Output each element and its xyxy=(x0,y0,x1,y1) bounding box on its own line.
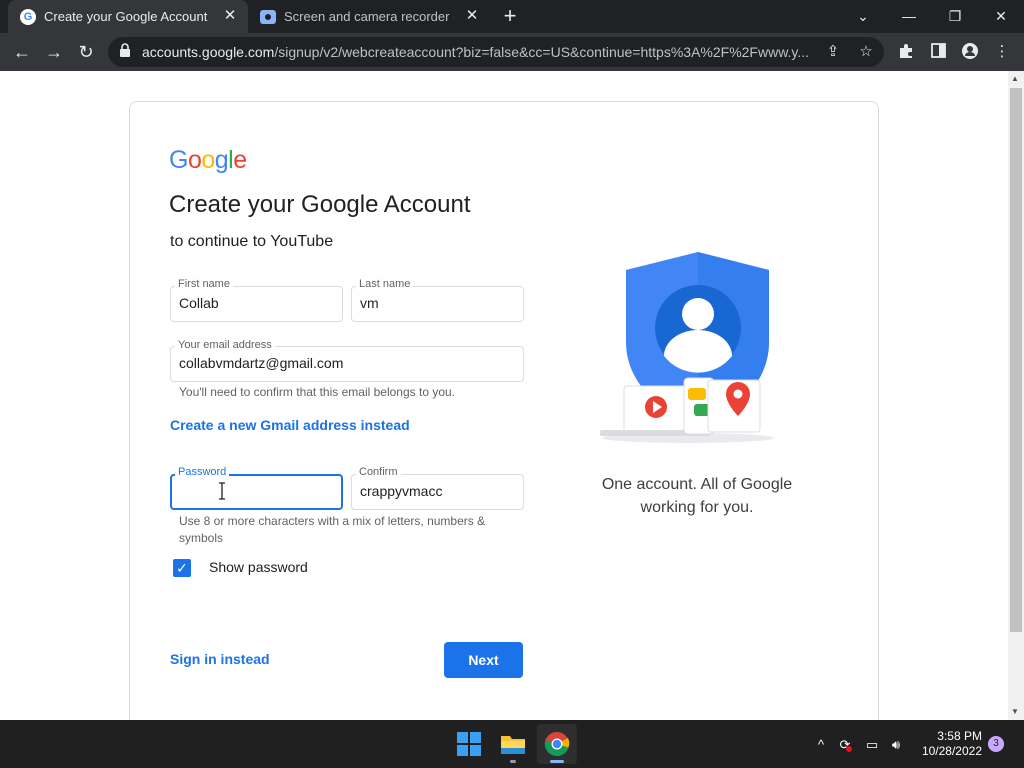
logo-letter: g xyxy=(214,146,229,174)
tagline: One account. All of Google working for y… xyxy=(601,476,793,516)
chrome-taskbar-icon[interactable] xyxy=(544,731,570,757)
password-label: Password xyxy=(175,466,230,478)
page-title: Create your Google Account xyxy=(169,191,471,218)
scroll-down-arrow-icon[interactable]: ▼ xyxy=(1011,707,1019,716)
google-logo: Google xyxy=(169,146,247,175)
close-window-icon[interactable]: ✕ xyxy=(990,6,1012,26)
new-tab-icon[interactable]: + xyxy=(499,5,521,27)
email-label: Your email address xyxy=(175,339,275,351)
chrome-menu-icon[interactable]: ⋮ xyxy=(993,43,1011,61)
minimize-icon[interactable]: — xyxy=(898,6,920,26)
confirm-label: Confirm xyxy=(356,466,401,478)
file-explorer-icon[interactable] xyxy=(500,731,526,757)
create-gmail-link[interactable]: Create a new Gmail address instead xyxy=(170,417,410,433)
password-field[interactable] xyxy=(170,474,343,510)
profile-avatar-icon[interactable] xyxy=(961,43,979,61)
close-tab-icon[interactable]: ✕ xyxy=(464,8,480,24)
scrollbar-thumb[interactable] xyxy=(1010,88,1022,632)
scroll-up-arrow-icon[interactable]: ▲ xyxy=(1011,74,1019,83)
logo-letter: o xyxy=(187,146,202,174)
logo-letter: G xyxy=(169,146,188,174)
first-name-value: Collab xyxy=(179,295,219,311)
tab-title: Screen and camera recorder - Sc xyxy=(284,9,454,24)
restore-icon[interactable]: ❐ xyxy=(944,6,966,26)
lock-icon[interactable] xyxy=(116,43,134,61)
confirm-value: crappyvmacc xyxy=(360,483,443,499)
close-tab-icon[interactable]: ✕ xyxy=(222,8,238,24)
show-password-checkbox[interactable]: ✓ xyxy=(173,559,191,577)
logo-letter: e xyxy=(233,146,247,174)
system-clock[interactable]: 3:58 PM 10/28/2022 xyxy=(916,729,982,759)
page-subtitle: to continue to YouTube xyxy=(170,233,334,250)
sign-in-instead-link[interactable]: Sign in instead xyxy=(170,651,270,667)
tray-chevron-up-icon[interactable]: ^ xyxy=(813,737,829,753)
password-hint: Use 8 or more characters with a mix of l… xyxy=(179,514,486,545)
tab-screen-recorder[interactable]: Screen and camera recorder - Sc ✕ xyxy=(250,0,490,33)
account-shield-illustration xyxy=(598,252,780,444)
url-path: /signup/v2/webcreateaccount?biz=false&cc… xyxy=(274,44,810,60)
tab-create-account[interactable]: G Create your Google Account ✕ xyxy=(8,0,248,33)
email-value: collabvmdartz@gmail.com xyxy=(179,355,344,371)
text-cursor-icon xyxy=(217,482,227,500)
network-icon[interactable]: ▭ xyxy=(864,737,880,753)
volume-icon[interactable]: 🔊︎ xyxy=(888,737,904,753)
url-host: accounts.google.com xyxy=(142,44,275,60)
url-text[interactable]: accounts.google.com/signup/v2/webcreatea… xyxy=(142,44,810,60)
side-panel-icon[interactable] xyxy=(929,43,947,61)
clock-date: 10/28/2022 xyxy=(921,744,982,758)
forward-icon[interactable]: → xyxy=(43,41,65,63)
logo-letter: o xyxy=(201,146,215,174)
extensions-puzzle-icon[interactable] xyxy=(897,43,915,61)
last-name-label: Last name xyxy=(356,278,414,290)
last-name-value: vm xyxy=(360,295,379,311)
recorder-favicon-icon xyxy=(260,9,276,24)
explorer-running-indicator xyxy=(510,760,516,763)
tab-search-chevron-icon[interactable]: ⌄ xyxy=(852,6,874,26)
back-icon[interactable]: ← xyxy=(11,41,33,63)
sync-alert-dot xyxy=(846,746,852,752)
windows-start-icon[interactable] xyxy=(456,731,482,757)
notification-badge[interactable]: 3 xyxy=(988,736,1004,752)
email-hint: You'll need to confirm that this email b… xyxy=(179,385,456,399)
show-password-label[interactable]: Show password xyxy=(209,559,308,575)
reload-icon[interactable]: ↻ xyxy=(75,41,97,63)
clock-time: 3:58 PM xyxy=(937,729,982,743)
tab-title: Create your Google Account xyxy=(44,9,208,24)
first-name-label: First name xyxy=(175,278,233,290)
share-icon[interactable]: ⇪ xyxy=(824,43,842,61)
google-favicon-icon: G xyxy=(20,8,36,25)
chrome-running-indicator xyxy=(550,760,564,763)
bookmark-star-icon[interactable]: ☆ xyxy=(857,43,875,61)
next-button[interactable]: Next xyxy=(444,642,523,678)
